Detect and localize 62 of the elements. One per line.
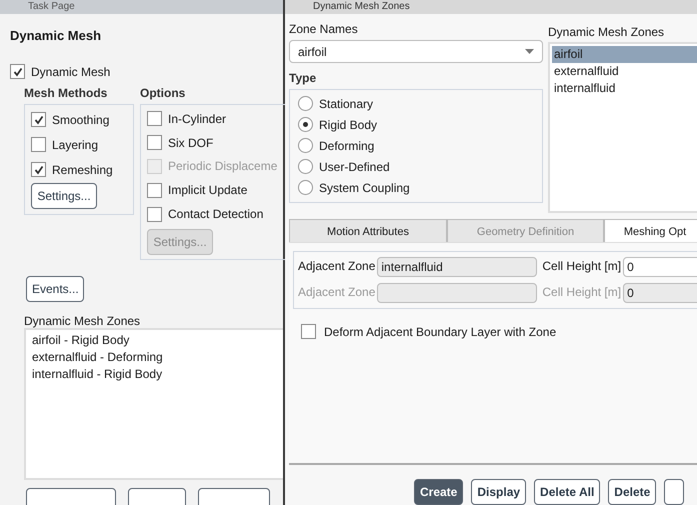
checkbox-label: Layering	[52, 138, 98, 152]
field-label: Zone Names	[289, 22, 359, 38]
radio-button[interactable]	[298, 138, 313, 153]
list-item[interactable]: airfoil	[552, 46, 697, 63]
window-title: Dynamic Mesh Zones	[285, 0, 697, 14]
field-label: Adjacent Zone	[298, 259, 376, 275]
checkbox[interactable]	[147, 206, 162, 222]
section-heading: Dynamic Mesh	[10, 28, 102, 43]
checkbox[interactable]	[31, 162, 46, 177]
radio-button[interactable]	[298, 159, 313, 174]
radio-label: Rigid Body	[319, 118, 378, 132]
zone-dropdown[interactable]: airfoil	[289, 40, 543, 63]
checkbox[interactable]	[147, 111, 162, 126]
radio-button[interactable]	[298, 96, 313, 111]
tab[interactable]: Motion Attributes	[289, 219, 447, 242]
caret-icon	[525, 49, 534, 54]
events-button[interactable]: Events...	[26, 276, 84, 302]
group-title: Options	[140, 86, 186, 102]
list-item[interactable]: externalfluid	[552, 63, 697, 80]
checkbox-label: Six DOF	[168, 136, 214, 150]
list-item[interactable]: internalfluid - Rigid Body	[30, 366, 279, 383]
checkbox[interactable]	[31, 112, 46, 127]
action-button[interactable]: Delete	[608, 479, 656, 505]
checkbox-label: Implicit Update	[168, 183, 248, 198]
radio-label: Deforming	[319, 138, 374, 152]
action-button[interactable]: Display	[471, 479, 526, 505]
checkbox[interactable]	[31, 137, 46, 152]
list-label: Dynamic Mesh Zones	[24, 314, 142, 328]
action-button[interactable]: Delete All	[534, 479, 600, 505]
radio-button[interactable]	[298, 117, 313, 132]
list-label: Dynamic Mesh Zones	[548, 25, 666, 41]
group-title: Mesh Methods	[24, 86, 108, 102]
group-title: Type	[289, 71, 318, 87]
checkbox[interactable]	[10, 64, 25, 79]
checkbox[interactable]	[147, 182, 162, 198]
checkbox[interactable]	[301, 324, 316, 339]
input-field[interactable]: internalfluid	[377, 257, 538, 277]
field-label: Cell Height [m]	[542, 259, 622, 275]
list-item[interactable]: externalfluid - Deforming	[30, 349, 279, 366]
window-title: Task Page	[0, 0, 283, 14]
checkbox-label: In-Cylinder	[168, 112, 226, 126]
radio-label: User-Defined	[319, 160, 390, 174]
checkbox-label: Dynamic Mesh	[31, 64, 110, 78]
settings-button[interactable]: Settings...	[31, 183, 97, 209]
checkbox[interactable]	[147, 135, 162, 150]
radio-button[interactable]	[298, 180, 313, 195]
tab[interactable]: Meshing Opt	[604, 219, 697, 242]
checkbox-label: Smoothing	[52, 112, 110, 126]
checkbox-label: Contact Detection	[168, 207, 264, 222]
field-label: Cell Height [m]	[542, 285, 622, 301]
input-field[interactable]: 0	[623, 257, 697, 277]
radio-label: Stationary	[319, 96, 374, 110]
checkbox-label: Remeshing	[52, 162, 113, 176]
list-item[interactable]: airfoil - Rigid Body	[30, 332, 279, 349]
action-button[interactable]: Create	[414, 479, 464, 505]
cut-off-button[interactable]	[664, 479, 684, 505]
checkbox-label: Deform Adjacent Boundary Layer with Zone	[324, 324, 556, 338]
radio-label: System Coupling	[319, 180, 410, 194]
field-label: Adjacent Zone	[298, 285, 376, 301]
input-field[interactable]	[377, 283, 538, 303]
list-item[interactable]: internalfluid	[552, 80, 697, 97]
checkbox-label: Periodic Displaceme	[168, 159, 278, 174]
